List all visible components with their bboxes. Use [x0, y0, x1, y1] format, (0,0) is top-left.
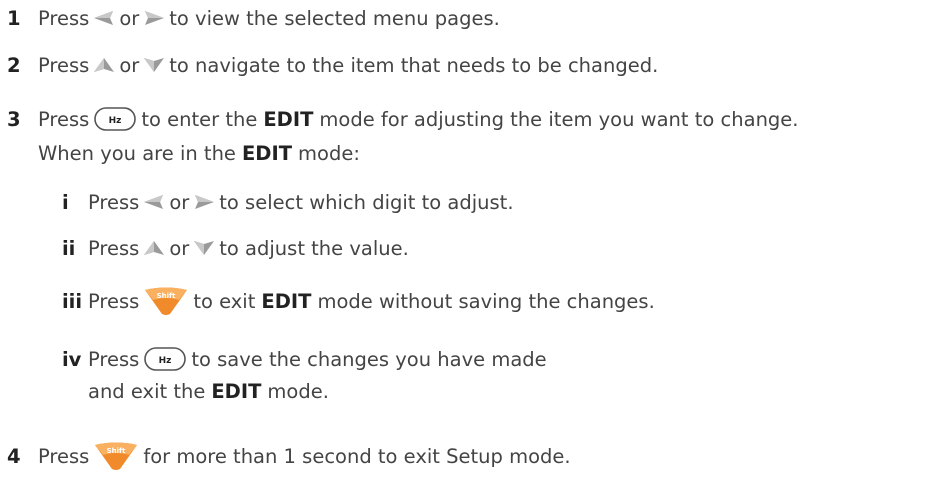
shift-key-label: Shift	[157, 292, 176, 300]
edit-keyword: EDIT	[211, 379, 262, 403]
edit-keyword: EDIT	[241, 141, 293, 165]
step-text: mode without saving the changes.	[317, 289, 655, 313]
down-arrow-key-icon	[193, 240, 215, 256]
substep-number: ii	[62, 236, 76, 260]
step-text: mode for adjusting the item you want to …	[319, 107, 799, 131]
step-1: 1 Press or to view the selected menu pag…	[0, 3, 952, 33]
step-3-line-2: When you are in the EDIT mode:	[0, 138, 952, 168]
right-arrow-key-icon	[193, 194, 215, 210]
step-number: 1	[7, 6, 21, 30]
step-text: Press	[88, 190, 140, 214]
substep-number: iii	[62, 289, 83, 313]
step-text: to adjust the value.	[219, 236, 409, 260]
up-arrow-key-icon	[143, 240, 165, 256]
step-4: 4 Press Shift for more than 1 second to …	[0, 441, 952, 471]
substep-iv: iv Press Hz to save the changes you have…	[0, 344, 952, 374]
step-number: 2	[7, 53, 21, 77]
step-3: 3 Press Hz to enter the EDIT mode for ad…	[0, 104, 952, 134]
shift-key-label: Shift	[107, 447, 126, 455]
step-text: to save the changes you have made	[191, 347, 547, 371]
step-text: and exit the	[88, 379, 206, 403]
step-2: 2 Press or to navigate to the item that …	[0, 50, 952, 80]
substep-number: iv	[62, 347, 82, 371]
step-text: or	[119, 6, 140, 30]
hz-key-label: Hz	[159, 356, 172, 366]
step-text: Press	[38, 107, 90, 131]
edit-keyword: EDIT	[263, 107, 314, 131]
step-text: Press	[38, 444, 90, 468]
step-number: 3	[7, 107, 21, 131]
left-arrow-key-icon	[143, 194, 165, 210]
step-text: mode.	[267, 379, 329, 403]
step-text: to enter the	[141, 107, 258, 131]
substep-number: i	[62, 190, 69, 214]
step-text: Press	[88, 289, 140, 313]
hz-key-icon: Hz	[143, 346, 187, 372]
step-text: to view the selected menu pages.	[169, 6, 500, 30]
step-text: or	[169, 190, 190, 214]
step-text: or	[169, 236, 190, 260]
substep-iv-line-2: and exit the EDIT mode.	[0, 376, 952, 406]
hz-key-icon: Hz	[93, 106, 137, 132]
step-text: Press	[38, 6, 90, 30]
step-text: When you are in the	[38, 141, 236, 165]
step-number: 4	[7, 444, 21, 468]
substep-ii: ii Press or to adjust the value.	[0, 233, 952, 263]
step-text: to navigate to the item that needs to be…	[169, 53, 659, 77]
right-arrow-key-icon	[143, 10, 165, 26]
substep-iii: iii Press Shift to exit EDIT mode withou…	[0, 286, 952, 316]
up-arrow-key-icon	[93, 57, 115, 73]
shift-key-icon: Shift	[93, 441, 139, 471]
step-text: for more than 1 second to exit Setup mod…	[143, 444, 571, 468]
step-text: to exit	[193, 289, 256, 313]
step-text: Press	[88, 236, 140, 260]
step-text: Press	[88, 347, 140, 371]
left-arrow-key-icon	[93, 10, 115, 26]
step-text: to select which digit to adjust.	[219, 190, 514, 214]
shift-key-icon: Shift	[143, 286, 189, 316]
step-text: or	[119, 53, 140, 77]
step-text: Press	[38, 53, 90, 77]
edit-keyword: EDIT	[261, 289, 312, 313]
step-text: mode:	[298, 141, 360, 165]
hz-key-label: Hz	[109, 116, 122, 126]
down-arrow-key-icon	[143, 57, 165, 73]
substep-i: i Press or to select which digit to adju…	[0, 187, 952, 217]
